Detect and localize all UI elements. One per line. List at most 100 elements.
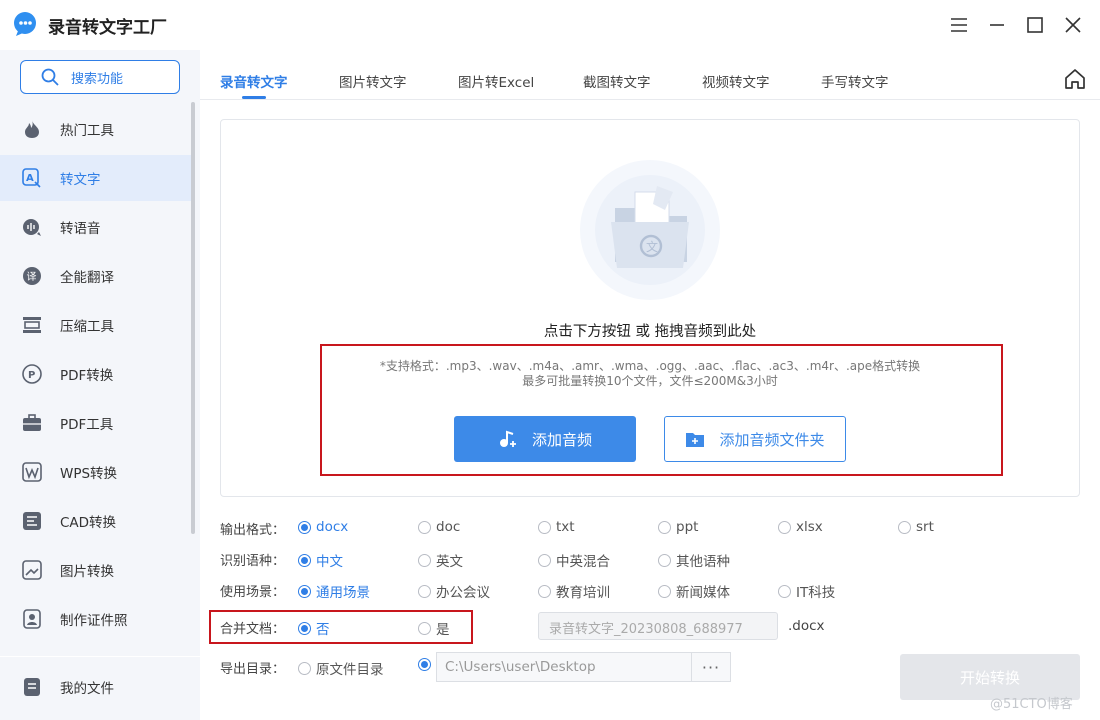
id-photo-icon xyxy=(22,609,42,629)
radio-dot xyxy=(658,553,671,567)
radio-label: 教育培训 xyxy=(556,585,610,601)
radio-merge-yes[interactable]: 是 xyxy=(418,618,450,638)
fire-icon xyxy=(22,119,42,139)
radio-scene-general[interactable]: 通用场景 xyxy=(298,581,370,601)
voice-icon xyxy=(22,217,42,237)
radio-scene-it[interactable]: IT科技 xyxy=(778,581,835,601)
sidebar-item-label: 压缩工具 xyxy=(60,319,114,335)
app-title: 录音转文字工厂 xyxy=(48,18,167,38)
sidebar-scrollbar[interactable] xyxy=(191,102,195,534)
sidebar-item-hot-tools[interactable]: 热门工具 xyxy=(0,106,193,152)
radio-label: 否 xyxy=(316,622,330,638)
translate-icon: 译 xyxy=(22,266,42,286)
radio-scene-meeting[interactable]: 办公会议 xyxy=(418,581,490,601)
radio-format-xlsx[interactable]: xlsx xyxy=(778,519,823,535)
output-format-label: 输出格式： xyxy=(220,523,286,538)
tab-bar: 录音转文字 图片转文字 图片转Excel 截图转文字 视频转文字 手写转文字 xyxy=(200,50,1100,100)
sidebar-item-label: 制作证件照 xyxy=(60,613,128,629)
radio-lang-other[interactable]: 其他语种 xyxy=(658,550,730,570)
close-icon[interactable] xyxy=(1060,12,1086,38)
export-path-input[interactable]: C:\Users\user\Desktop xyxy=(436,652,692,682)
tab-handwriting-to-text[interactable]: 手写转文字 xyxy=(821,71,889,91)
radio-label: doc xyxy=(436,519,461,535)
tab-image-to-text[interactable]: 图片转文字 xyxy=(339,71,407,91)
sidebar-item-label: 转语音 xyxy=(60,221,101,237)
radio-label: xlsx xyxy=(796,519,823,535)
text-convert-icon: A xyxy=(22,168,42,188)
radio-lang-mixed[interactable]: 中英混合 xyxy=(538,550,610,570)
maximize-icon[interactable] xyxy=(1022,12,1048,38)
radio-dir-source[interactable]: 原文件目录 xyxy=(298,658,384,678)
sidebar-item-translate[interactable]: 译 全能翻译 xyxy=(0,253,193,299)
sidebar-item-compress[interactable]: 压缩工具 xyxy=(0,302,193,348)
file-icon xyxy=(22,677,42,697)
sidebar-item-label: 全能翻译 xyxy=(60,270,114,286)
sidebar-item-label: PDF转换 xyxy=(60,368,114,384)
image-icon xyxy=(22,560,42,580)
tab-image-to-excel[interactable]: 图片转Excel xyxy=(458,71,534,91)
menu-icon[interactable] xyxy=(946,12,972,38)
folder-illustration-icon: 文 xyxy=(580,160,720,300)
radio-dot xyxy=(298,520,311,534)
search-function-label: 搜索功能 xyxy=(71,71,124,87)
radio-lang-english[interactable]: 英文 xyxy=(418,550,463,570)
sidebar: 搜索功能 热门工具 A 转文字 转语音 译 全能翻译 压缩工具 P PDF转换 … xyxy=(0,50,200,720)
radio-format-srt[interactable]: srt xyxy=(898,519,934,535)
sidebar-item-cad-convert[interactable]: CAD转换 xyxy=(0,498,193,544)
sidebar-item-pdf-tools[interactable]: PDF工具 xyxy=(0,400,193,446)
radio-merge-no[interactable]: 否 xyxy=(298,618,330,638)
sidebar-item-image-convert[interactable]: 图片转换 xyxy=(0,547,193,593)
tab-screenshot-to-text[interactable]: 截图转文字 xyxy=(583,71,651,91)
drop-hint-text: 点击下方按钮 或 拖拽音频到此处 xyxy=(543,324,757,340)
radio-format-ppt[interactable]: ppt xyxy=(658,519,698,535)
folder-add-icon xyxy=(686,433,705,447)
sidebar-item-id-photo[interactable]: 制作证件照 xyxy=(0,596,193,642)
toolbox-icon xyxy=(22,413,42,433)
radio-lang-chinese[interactable]: 中文 xyxy=(298,550,343,570)
sidebar-item-label: PDF工具 xyxy=(60,417,114,433)
pdf-convert-icon: P xyxy=(22,364,42,384)
scene-label: 使用场景： xyxy=(220,585,286,600)
radio-dot xyxy=(538,520,551,534)
add-audio-button[interactable]: 添加音频 xyxy=(454,416,636,462)
browse-dir-button[interactable]: ··· xyxy=(691,652,731,682)
radio-dot xyxy=(298,621,311,635)
radio-dot xyxy=(418,520,431,534)
sidebar-item-to-text[interactable]: A 转文字 xyxy=(0,155,193,201)
radio-label: 其他语种 xyxy=(676,554,730,570)
search-icon xyxy=(41,68,59,86)
radio-label: 新闻媒体 xyxy=(676,585,730,601)
radio-label: IT科技 xyxy=(796,585,836,601)
tab-video-to-text[interactable]: 视频转文字 xyxy=(702,71,770,91)
radio-dot xyxy=(298,584,311,598)
radio-dot xyxy=(298,553,311,567)
sidebar-item-to-voice[interactable]: 转语音 xyxy=(0,204,193,250)
sidebar-item-my-files[interactable]: 我的文件 xyxy=(0,664,193,710)
home-icon[interactable] xyxy=(1064,68,1086,90)
sidebar-item-wps-convert[interactable]: WPS转换 xyxy=(0,449,193,495)
radio-dir-custom[interactable] xyxy=(418,658,436,671)
radio-format-txt[interactable]: txt xyxy=(538,519,575,535)
svg-text:文: 文 xyxy=(646,239,658,254)
radio-dot xyxy=(418,621,431,635)
radio-dot xyxy=(778,584,791,598)
radio-scene-education[interactable]: 教育培训 xyxy=(538,581,610,601)
merge-label: 合并文档： xyxy=(220,622,286,637)
svg-text:A: A xyxy=(26,173,34,184)
add-audio-folder-button[interactable]: 添加音频文件夹 xyxy=(664,416,846,462)
radio-scene-news[interactable]: 新闻媒体 xyxy=(658,581,730,601)
sidebar-item-label: 转文字 xyxy=(60,172,101,188)
wps-icon xyxy=(22,462,42,482)
radio-label: 是 xyxy=(436,622,450,638)
radio-dot xyxy=(418,553,431,567)
supported-formats-text: *支持格式：.mp3、.wav、.m4a、.amr、.wma、.ogg、.aac… xyxy=(320,359,980,389)
radio-format-doc[interactable]: doc xyxy=(418,519,460,535)
tab-audio-to-text[interactable]: 录音转文字 xyxy=(220,71,288,91)
radio-label: srt xyxy=(916,519,934,535)
merged-filename-input[interactable]: 录音转文字_20230808_688977 xyxy=(538,612,778,640)
file-extension-text: .docx xyxy=(788,618,825,634)
sidebar-item-pdf-convert[interactable]: P PDF转换 xyxy=(0,351,193,397)
radio-format-docx[interactable]: docx xyxy=(298,519,348,535)
search-function-button[interactable]: 搜索功能 xyxy=(20,60,180,94)
minimize-icon[interactable] xyxy=(984,12,1010,38)
